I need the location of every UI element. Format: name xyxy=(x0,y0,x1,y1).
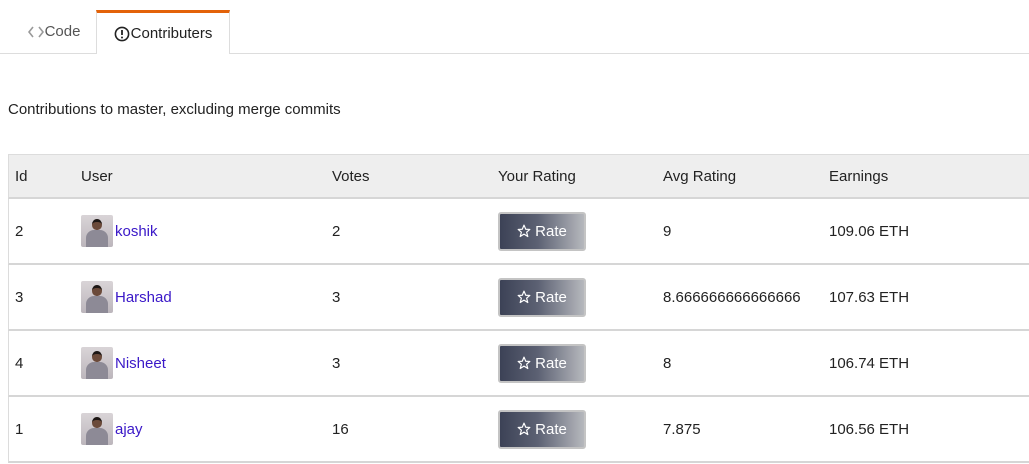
tab-code[interactable]: Code xyxy=(14,10,94,53)
rate-button-label: Rate xyxy=(535,288,567,306)
row-id: 3 xyxy=(15,288,24,306)
tab-code-label: Code xyxy=(44,23,81,40)
rate-button[interactable]: Rate xyxy=(498,211,586,251)
header-votes: Votes xyxy=(332,167,370,185)
table-row: 4 Nisheet 3 Rate 8 106.74 ETH xyxy=(8,331,1029,397)
user-link[interactable]: koshik xyxy=(115,223,158,240)
row-rate: Rate xyxy=(498,199,586,263)
page-subtitle: Contributions to master, excluding merge… xyxy=(8,101,341,118)
tab-contributers[interactable]: Contributers xyxy=(96,10,230,54)
tab-contributers-label: Contributers xyxy=(130,25,213,42)
header-earnings: Earnings xyxy=(829,167,889,185)
header-avg-rating: Avg Rating xyxy=(663,167,737,185)
avatar xyxy=(81,281,113,313)
row-id: 4 xyxy=(15,354,24,372)
row-votes: 2 xyxy=(332,222,341,240)
row-earnings: 106.56 ETH xyxy=(829,420,910,438)
contributors-table: Id User Votes Your Rating Avg Rating Ear… xyxy=(8,154,1029,463)
row-votes: 16 xyxy=(332,420,349,438)
rate-button[interactable]: Rate xyxy=(498,277,586,317)
table-row: 3 Harshad 3 Rate 8.666666666666666 107.6… xyxy=(8,265,1029,331)
avatar xyxy=(81,413,113,445)
row-avg-rating: 7.875 xyxy=(663,420,701,438)
row-id: 2 xyxy=(15,222,24,240)
row-id: 1 xyxy=(15,420,24,438)
code-icon xyxy=(27,25,44,39)
tab-bar: Code Contributers xyxy=(0,0,1029,54)
table-row: 2 koshik 2 Rate 9 109.06 ETH xyxy=(8,199,1029,265)
row-avg-rating: 9 xyxy=(663,222,672,240)
user-link[interactable]: ajay xyxy=(115,421,143,438)
table-row: 1 ajay 16 Rate 7.875 106.56 ETH xyxy=(8,397,1029,463)
row-rate: Rate xyxy=(498,265,586,329)
row-earnings: 106.74 ETH xyxy=(829,354,910,372)
row-user: ajay xyxy=(81,397,143,461)
row-avg-rating: 8.666666666666666 xyxy=(663,288,801,306)
rate-button-label: Rate xyxy=(535,222,567,240)
row-rate: Rate xyxy=(498,331,586,395)
header-id: Id xyxy=(15,167,28,185)
row-user: Nisheet xyxy=(81,331,166,395)
star-icon xyxy=(517,356,531,370)
rate-button[interactable]: Rate xyxy=(498,409,586,449)
row-user: koshik xyxy=(81,199,158,263)
avatar xyxy=(81,347,113,379)
table-header: Id User Votes Your Rating Avg Rating Ear… xyxy=(8,154,1029,199)
star-icon xyxy=(517,422,531,436)
user-link[interactable]: Nisheet xyxy=(115,355,166,372)
row-earnings: 109.06 ETH xyxy=(829,222,910,240)
star-icon xyxy=(517,224,531,238)
row-rate: Rate xyxy=(498,397,586,461)
row-earnings: 107.63 ETH xyxy=(829,288,910,306)
rate-button[interactable]: Rate xyxy=(498,343,586,383)
rate-button-label: Rate xyxy=(535,354,567,372)
row-avg-rating: 8 xyxy=(663,354,672,372)
alert-circle-icon xyxy=(114,26,130,42)
star-icon xyxy=(517,290,531,304)
header-user: User xyxy=(81,167,113,185)
row-user: Harshad xyxy=(81,265,172,329)
row-votes: 3 xyxy=(332,354,341,372)
rate-button-label: Rate xyxy=(535,420,567,438)
user-link[interactable]: Harshad xyxy=(115,289,172,306)
header-your-rating: Your Rating xyxy=(498,167,576,185)
row-votes: 3 xyxy=(332,288,341,306)
avatar xyxy=(81,215,113,247)
